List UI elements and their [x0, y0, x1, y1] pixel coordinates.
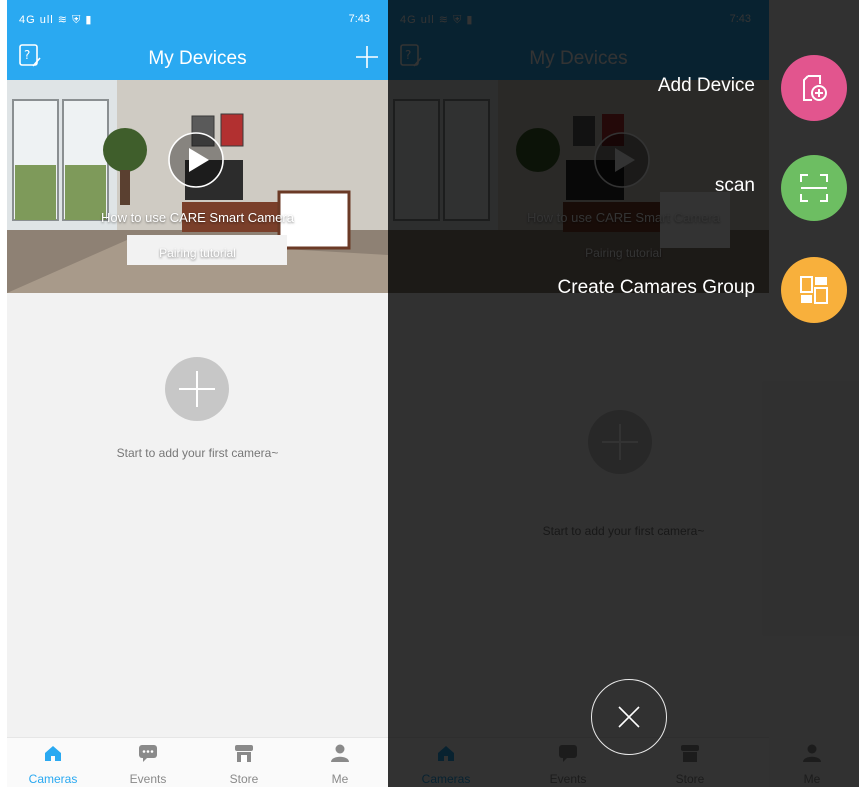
play-icon[interactable] [167, 131, 225, 189]
store-icon [235, 745, 253, 762]
tab-label: Me [331, 772, 349, 786]
add-device-button[interactable] [781, 55, 847, 121]
status-time: 7:43 [348, 13, 370, 25]
devices-screen: 4G ull ≋ ⛨ ▮ 7:43 ? My Devices How to us… [7, 0, 388, 787]
devices-screen-menu-open: 4G ull ≋ ⛨ ▮ 7:43 ? My Devices [388, 0, 859, 787]
close-menu-button[interactable] [591, 679, 667, 755]
tab-events[interactable]: Events [118, 738, 178, 787]
scan-icon [800, 174, 828, 202]
menu-item-add-device[interactable]: Add Device [388, 55, 847, 121]
tab-me[interactable]: Me [310, 738, 370, 787]
banner-subtitle: Pairing tutorial [159, 246, 236, 260]
person-icon [331, 744, 349, 762]
scan-button[interactable] [781, 155, 847, 221]
app-header: ? My Devices [7, 36, 388, 80]
group-icon [800, 276, 828, 304]
tab-label: Events [129, 772, 167, 786]
tab-cameras[interactable]: Cameras [23, 738, 83, 787]
status-bar: 4G ull ≋ ⛨ ▮ 7:43 [7, 0, 388, 36]
chat-icon [139, 745, 157, 762]
empty-state-text: Start to add your first camera~ [116, 446, 279, 460]
tab-label: Cameras [28, 772, 78, 786]
create-group-button[interactable] [781, 257, 847, 323]
menu-item-create-group[interactable]: Create Camares Group [388, 257, 847, 323]
tutorial-banner[interactable]: How to use CARE Smart Camera Pairing tut… [7, 80, 388, 293]
page-title: My Devices [148, 48, 247, 69]
menu-item-scan[interactable]: scan [388, 155, 847, 221]
menu-label: Add Device [657, 75, 755, 96]
devices-content: 4G ull ≋ ⛨ ▮ 7:43 ? My Devices How to us… [7, 0, 388, 787]
tab-store[interactable]: Store [214, 738, 274, 787]
home-icon [45, 746, 61, 761]
add-camera-icon[interactable] [165, 357, 229, 421]
close-icon [618, 706, 640, 728]
menu-label: Create Camares Group [557, 277, 755, 298]
banner-title: How to use CARE Smart Camera [101, 210, 294, 225]
tab-label: Store [229, 772, 259, 786]
bottom-tab-bar: Cameras Events Store Me [7, 737, 388, 787]
add-device-icon [803, 75, 827, 101]
menu-label: scan [714, 175, 755, 196]
menu-overlay[interactable]: Add Device scan Create Camares Group [388, 0, 859, 787]
plus-icon[interactable] [352, 42, 382, 72]
status-indicators: 4G ull ≋ ⛨ ▮ [19, 14, 93, 26]
